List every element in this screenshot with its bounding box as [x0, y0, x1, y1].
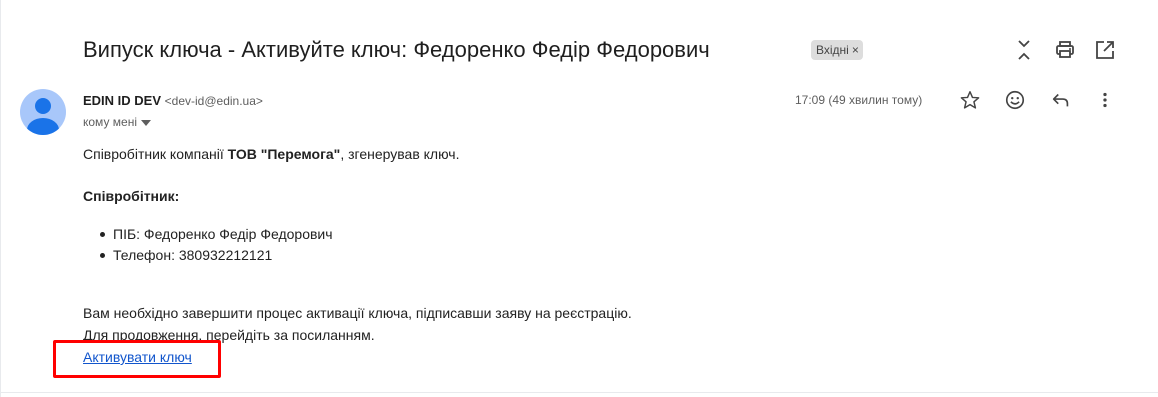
- sender-avatar[interactable]: [20, 89, 66, 135]
- intro-paragraph: Співробітник компанії ТОВ "Перемога", зг…: [83, 145, 459, 163]
- recipient-label: кому мені: [83, 115, 137, 129]
- highlight-annotation: [53, 340, 221, 378]
- email-view: Випуск ключа - Активуйте ключ: Федоренко…: [0, 0, 1158, 397]
- emoji-icon[interactable]: [1003, 88, 1027, 112]
- label-chip-text: Вхідні: [816, 43, 849, 57]
- open-in-new-window-icon[interactable]: [1093, 38, 1117, 62]
- list-item: Телефон: 380932212121: [100, 245, 333, 266]
- more-vert-icon[interactable]: [1093, 88, 1117, 112]
- employee-heading: Співробітник:: [83, 188, 180, 204]
- reply-icon[interactable]: [1049, 88, 1073, 112]
- inbox-label-chip[interactable]: Вхідні ×: [811, 40, 863, 60]
- bottom-divider: [0, 392, 1158, 393]
- recipient-line[interactable]: кому мені: [83, 113, 151, 131]
- star-icon[interactable]: [958, 88, 982, 112]
- left-divider: [0, 0, 1, 397]
- print-icon[interactable]: [1053, 38, 1077, 62]
- instruction-text: Вам необхідно завершити процес активації…: [83, 305, 632, 321]
- intro-prefix: Співробітник компанії: [83, 146, 228, 162]
- company-name: ТОВ "Перемога": [227, 146, 341, 162]
- email-subject: Випуск ключа - Активуйте ключ: Федоренко…: [83, 37, 710, 62]
- list-item: ПІБ: Федоренко Федір Федорович: [100, 224, 333, 245]
- email-timestamp: 17:09 (49 хвилин тому): [795, 93, 923, 107]
- intro-suffix: , згенерував ключ.: [340, 146, 460, 162]
- sender-email: <dev-id@edin.ua>: [164, 94, 263, 108]
- sender-line: EDIN ID DEV <dev-id@edin.ua>: [83, 92, 263, 110]
- chevron-down-icon[interactable]: [141, 113, 151, 131]
- employee-details-list: ПІБ: Федоренко Федір Федорович Телефон: …: [100, 224, 333, 266]
- sender-name[interactable]: EDIN ID DEV: [83, 93, 161, 108]
- remove-label-icon[interactable]: ×: [852, 40, 859, 60]
- collapse-icon[interactable]: [1012, 38, 1036, 62]
